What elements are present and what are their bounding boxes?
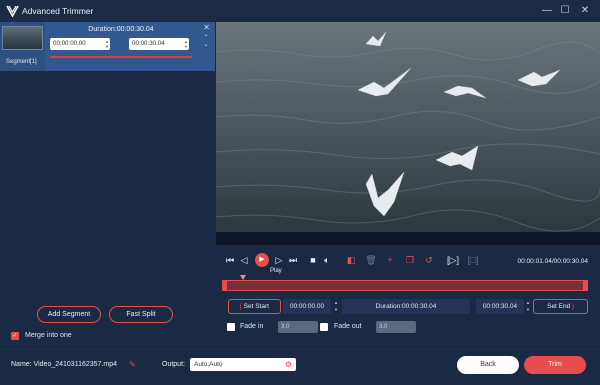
fast-split-button[interactable]: Fast Split	[109, 306, 173, 323]
fade-in-label: Fade in	[240, 323, 264, 330]
remove-segment-icon[interactable]: ✕	[203, 23, 210, 32]
edit-name-icon[interactable]: ✎	[129, 360, 136, 369]
gear-icon[interactable]: ⚙	[285, 359, 292, 370]
start-time-field[interactable]: 00:00:00.00	[283, 299, 331, 314]
segment-start-spinner-icon[interactable]: ▲ ▼	[105, 39, 109, 49]
segment-end-field[interactable]: 00:00:30.04 ▲ ▼	[129, 38, 189, 50]
time-readout: 00:00:01.04/00:00:30.04	[517, 258, 588, 265]
segment-range-bar	[50, 56, 192, 58]
merge-checkbox[interactable]: ✓	[11, 332, 19, 340]
add-segment-button[interactable]: Add Segment	[37, 306, 101, 323]
trim-button[interactable]: Trim	[524, 356, 586, 374]
file-name: Name: Video_241031162357.mp4	[11, 361, 117, 368]
output-label: Output:	[162, 361, 185, 368]
segment-thumbnail	[2, 26, 43, 50]
fade-out-checkbox[interactable]	[320, 323, 328, 331]
segment-item[interactable]: Segment[1] Duration:00:00:30.04 00:00:00…	[0, 22, 215, 71]
skip-to-end-icon[interactable]: ⏭	[287, 254, 299, 266]
video-frame	[216, 22, 600, 232]
preview-segment-icon[interactable]: [▷]	[447, 254, 459, 266]
timeline-start-handle[interactable]	[222, 280, 227, 291]
segment-start-value: 00:00:00.00	[53, 40, 86, 47]
segment-duration: Duration:00:00:30.04	[88, 26, 154, 33]
fade-in-checkbox[interactable]	[227, 323, 235, 331]
app-logo-icon	[6, 5, 19, 17]
add-icon[interactable]: +	[384, 254, 396, 266]
delete-icon[interactable]: 🗑︎	[365, 254, 377, 266]
segment-panel: Segment[1] Duration:00:00:30.04 00:00:00…	[0, 22, 215, 345]
merge-label: Merge into one	[25, 332, 72, 339]
set-end-button[interactable]: Set End ]	[533, 299, 588, 314]
split-icon[interactable]: ◧	[345, 254, 357, 266]
maximize-button[interactable]: ☐	[558, 4, 572, 18]
video-preview[interactable]	[216, 22, 600, 232]
set-start-label: Set Start	[243, 303, 269, 310]
reset-icon[interactable]: ↺	[423, 254, 435, 266]
next-frame-icon[interactable]: ▷	[273, 254, 285, 266]
segment-end-spinner-icon[interactable]: ▲ ▼	[184, 39, 188, 49]
previous-frame-icon[interactable]: ◁	[238, 254, 250, 266]
play-button[interactable]: ▶	[255, 253, 269, 267]
volume-icon[interactable]: 🔈︎	[321, 254, 333, 266]
start-time-spinner-icon[interactable]: ▲ ▼	[332, 299, 340, 314]
set-end-label: Set End	[547, 303, 571, 310]
output-settings-field[interactable]: Auto;Auto ⚙	[190, 358, 296, 371]
segment-editor: Duration:00:00:30.04 00:00:00.00 ▲ ▼ 00:0…	[45, 22, 215, 71]
output-value: Auto;Auto	[194, 361, 223, 368]
segment-start-field[interactable]: 00:00:00.00 ▲ ▼	[50, 38, 110, 50]
title-bar: Advanced Trimmer — ☐ ✕	[0, 0, 600, 22]
segment-end-value: 00:00:30.04	[132, 40, 165, 47]
video-bottom-strip	[216, 232, 600, 245]
stop-icon[interactable]: ■	[307, 254, 319, 266]
segment-label: Segment[1]	[6, 59, 37, 65]
timeline-end-handle[interactable]	[583, 280, 588, 291]
trim-timeline[interactable]	[222, 275, 588, 291]
minimize-button[interactable]: —	[540, 4, 554, 18]
set-start-button[interactable]: [ Set Start	[228, 299, 281, 314]
loop-segment-icon[interactable]: [□]	[467, 254, 479, 266]
window-title: Advanced Trimmer	[22, 6, 94, 16]
bracket-right-icon: ]	[570, 303, 574, 310]
end-time-field[interactable]: 00:00:30.04	[476, 299, 524, 314]
skip-to-start-icon[interactable]: ⏮	[224, 254, 236, 266]
back-button[interactable]: Back	[457, 356, 519, 374]
trim-duration: Duration:00:00:30.04	[342, 299, 470, 314]
fade-in-field[interactable]: 3.0	[278, 321, 318, 333]
play-tooltip: Play	[270, 268, 282, 274]
fade-out-field[interactable]: 3.0	[376, 321, 416, 333]
end-time-spinner-icon[interactable]: ▲ ▼	[524, 299, 532, 314]
copy-icon[interactable]: ❐	[404, 254, 416, 266]
playhead-marker[interactable]	[239, 275, 246, 280]
fade-out-label: Fade out	[334, 323, 362, 330]
close-button[interactable]: ✕	[578, 4, 592, 18]
move-down-icon[interactable]: ⌄	[202, 41, 210, 49]
